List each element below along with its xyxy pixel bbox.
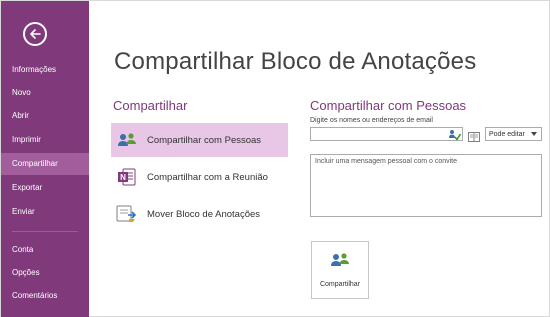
people-icon [330,252,350,273]
move-notebook-label: Mover Bloco de Anotações [147,208,261,220]
nav-item-informacoes[interactable]: Informações [1,59,89,81]
names-input[interactable] [310,127,463,141]
nav-item-enviar[interactable]: Enviar [1,201,89,223]
check-names-icon[interactable] [448,128,462,141]
nav-item-abrir[interactable]: Abrir [1,105,89,127]
backstage-view: Informações Novo Abrir Imprimir Comparti… [0,0,550,317]
people-icon [116,129,138,151]
nav-item-conta[interactable]: Conta [1,239,89,261]
share-section-heading: Compartilhar [113,98,188,113]
nav-item-exportar[interactable]: Exportar [1,177,89,199]
nav-item-compartilhar[interactable]: Compartilhar [1,153,89,175]
nav-item-opcoes[interactable]: Opções [1,262,89,284]
move-notebook-icon [116,203,138,225]
move-notebook-option[interactable]: Mover Bloco de Anotações [111,197,288,231]
share-with-people-label: Compartilhar com Pessoas [147,134,262,146]
permission-value: Pode editar [489,130,525,138]
share-button[interactable]: Compartilhar [311,241,369,299]
page-title: Compartilhar Bloco de Anotações [114,48,477,75]
nav-item-imprimir[interactable]: Imprimir [1,129,89,151]
chevron-down-icon [531,132,537,136]
nav-item-comentarios[interactable]: Comentários [1,285,89,307]
names-field-label: Digite os nomes ou endereços de email [310,117,433,124]
share-with-meeting-label: Compartilhar com a Reunião [147,171,268,183]
share-button-label: Compartilhar [319,281,361,288]
nav-item-novo[interactable]: Novo [1,82,89,104]
share-with-meeting-option[interactable]: N Compartilhar com a Reunião [111,160,288,194]
permission-dropdown[interactable]: Pode editar [485,127,542,141]
personal-message-input[interactable] [310,154,542,217]
back-arrow-icon [30,29,41,39]
share-with-people-option[interactable]: Compartilhar com Pessoas [111,123,288,157]
onenote-meeting-icon: N [116,166,138,188]
share-with-people-heading: Compartilhar com Pessoas [310,98,467,113]
address-book-icon[interactable] [468,129,480,142]
backstage-sidebar: Informações Novo Abrir Imprimir Comparti… [1,1,89,317]
svg-text:N: N [120,173,126,182]
sidebar-divider [12,231,78,232]
back-button[interactable] [23,22,47,46]
